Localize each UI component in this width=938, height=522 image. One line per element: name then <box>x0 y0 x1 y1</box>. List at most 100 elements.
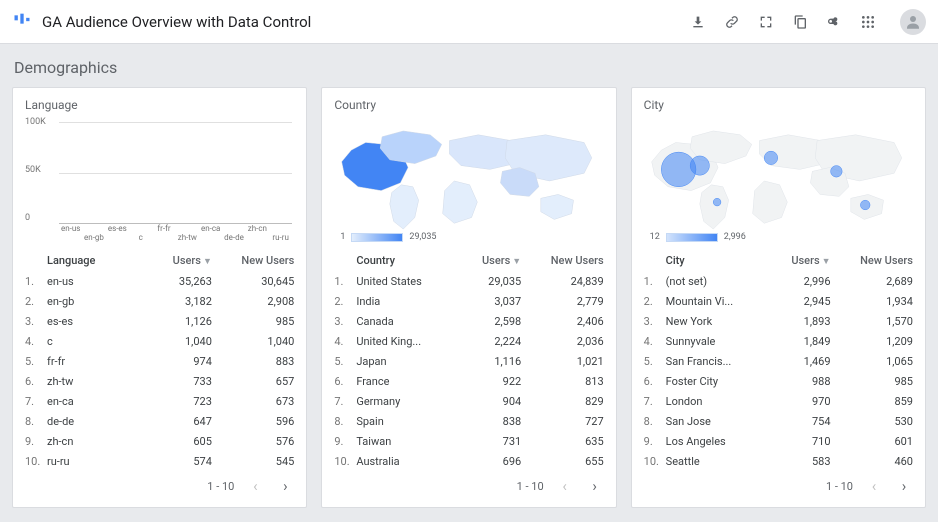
col-users[interactable]: Users▼ <box>138 254 212 267</box>
table-row[interactable]: 7.Germany904829 <box>334 391 603 411</box>
row-dim: Foster City <box>666 375 757 388</box>
app-bar: GA Audience Overview with Data Control <box>0 0 938 44</box>
row-dim: fr-fr <box>47 355 138 368</box>
row-rank: 2. <box>334 295 356 308</box>
row-users: 3,182 <box>138 295 212 308</box>
row-users: 647 <box>138 415 212 428</box>
row-rank: 3. <box>334 315 356 328</box>
row-dim: de-de <box>47 415 138 428</box>
city-bubble-chart: 12 2,996 <box>644 116 913 244</box>
col-language[interactable]: Language <box>47 254 138 267</box>
row-new-users: 829 <box>521 395 603 408</box>
pager-prev-button[interactable]: ‹ <box>865 477 883 495</box>
row-new-users: 859 <box>831 395 913 408</box>
card-language-title: Language <box>25 98 294 112</box>
pager-next-button[interactable]: › <box>276 477 294 495</box>
pager-country: 1 - 10 ‹ › <box>334 473 603 499</box>
row-dim: en-us <box>47 275 138 288</box>
table-row[interactable]: 7.en-ca723673 <box>25 391 294 411</box>
table-row[interactable]: 4.c1,0401,040 <box>25 331 294 351</box>
table-row[interactable]: 8.San Jose754530 <box>644 411 913 431</box>
fullscreen-icon[interactable] <box>756 12 776 32</box>
row-dim: Los Angeles <box>666 435 757 448</box>
table-row[interactable]: 5.Japan1,1161,021 <box>334 351 603 371</box>
table-row[interactable]: 9.Taiwan731635 <box>334 431 603 451</box>
row-users: 838 <box>447 415 521 428</box>
map-legend: 1 29,035 <box>340 232 436 242</box>
link-icon[interactable] <box>722 12 742 32</box>
row-rank: 9. <box>25 435 47 448</box>
table-row[interactable]: 10.Seattle583460 <box>644 451 913 471</box>
table-row[interactable]: 7.London970859 <box>644 391 913 411</box>
table-row[interactable]: 3.New York1,8931,570 <box>644 311 913 331</box>
apps-icon[interactable] <box>858 12 878 32</box>
table-row[interactable]: 3.es-es1,126985 <box>25 311 294 331</box>
col-city[interactable]: City <box>666 254 757 267</box>
table-row[interactable]: 6.France922813 <box>334 371 603 391</box>
map-legend: 12 2,996 <box>650 232 746 242</box>
pager-next-button[interactable]: › <box>586 477 604 495</box>
row-users: 3,037 <box>447 295 521 308</box>
row-new-users: 545 <box>212 455 294 468</box>
row-users: 922 <box>447 375 521 388</box>
row-dim: San Jose <box>666 415 757 428</box>
row-new-users: 2,779 <box>521 295 603 308</box>
row-dim: Canada <box>356 315 447 328</box>
row-rank: 6. <box>334 375 356 388</box>
table-row[interactable]: 3.Canada2,5982,406 <box>334 311 603 331</box>
col-new-users[interactable]: New Users <box>831 254 913 267</box>
table-row[interactable]: 1.en-us35,26330,645 <box>25 271 294 291</box>
row-dim: zh-tw <box>47 375 138 388</box>
section-title: Demographics <box>14 58 924 77</box>
table-row[interactable]: 5.San Francis...1,4691,065 <box>644 351 913 371</box>
table-row[interactable]: 4.Sunnyvale1,8491,209 <box>644 331 913 351</box>
row-rank: 8. <box>334 415 356 428</box>
row-new-users: 1,209 <box>831 335 913 348</box>
col-country[interactable]: Country <box>356 254 447 267</box>
table-row[interactable]: 10.ru-ru574545 <box>25 451 294 471</box>
table-row[interactable]: 2.India3,0372,779 <box>334 291 603 311</box>
col-users[interactable]: Users▼ <box>447 254 521 267</box>
table-row[interactable]: 10.Australia696655 <box>334 451 603 471</box>
card-country: Country 1 <box>321 87 616 508</box>
row-users: 988 <box>756 375 830 388</box>
table-row[interactable]: 2.Mountain Vi...2,9451,934 <box>644 291 913 311</box>
table-row[interactable]: 6.zh-tw733657 <box>25 371 294 391</box>
row-users: 1,116 <box>447 355 521 368</box>
row-new-users: 460 <box>831 455 913 468</box>
col-new-users[interactable]: New Users <box>212 254 294 267</box>
row-users: 1,126 <box>138 315 212 328</box>
pager-language: 1 - 10 ‹ › <box>25 473 294 499</box>
row-dim: United States <box>356 275 447 288</box>
table-row[interactable]: 1.(not set)2,9962,689 <box>644 271 913 291</box>
pager-prev-button[interactable]: ‹ <box>556 477 574 495</box>
table-row[interactable]: 8.de-de647596 <box>25 411 294 431</box>
col-new-users[interactable]: New Users <box>521 254 603 267</box>
pager-next-button[interactable]: › <box>895 477 913 495</box>
table-row[interactable]: 1.United States29,03524,839 <box>334 271 603 291</box>
row-users: 974 <box>138 355 212 368</box>
row-new-users: 530 <box>831 415 913 428</box>
download-icon[interactable] <box>688 12 708 32</box>
table-row[interactable]: 8.Spain838727 <box>334 411 603 431</box>
row-rank: 3. <box>25 315 47 328</box>
table-row[interactable]: 4.United King...2,2242,036 <box>334 331 603 351</box>
row-dim: Australia <box>356 455 447 468</box>
table-row[interactable]: 9.zh-cn605576 <box>25 431 294 451</box>
row-users: 2,224 <box>447 335 521 348</box>
row-rank: 7. <box>25 395 47 408</box>
table-row[interactable]: 9.Los Angeles710601 <box>644 431 913 451</box>
pager-prev-button[interactable]: ‹ <box>246 477 264 495</box>
row-rank: 4. <box>25 335 47 348</box>
avatar[interactable] <box>900 9 926 35</box>
copy-icon[interactable] <box>790 12 810 32</box>
row-users: 29,035 <box>447 275 521 288</box>
table-row[interactable]: 6.Foster City988985 <box>644 371 913 391</box>
row-new-users: 2,689 <box>831 275 913 288</box>
table-row[interactable]: 2.en-gb3,1822,908 <box>25 291 294 311</box>
share-icon[interactable] <box>824 12 844 32</box>
row-dim: United King... <box>356 335 447 348</box>
col-users[interactable]: Users▼ <box>756 254 830 267</box>
row-rank: 2. <box>644 295 666 308</box>
table-row[interactable]: 5.fr-fr974883 <box>25 351 294 371</box>
